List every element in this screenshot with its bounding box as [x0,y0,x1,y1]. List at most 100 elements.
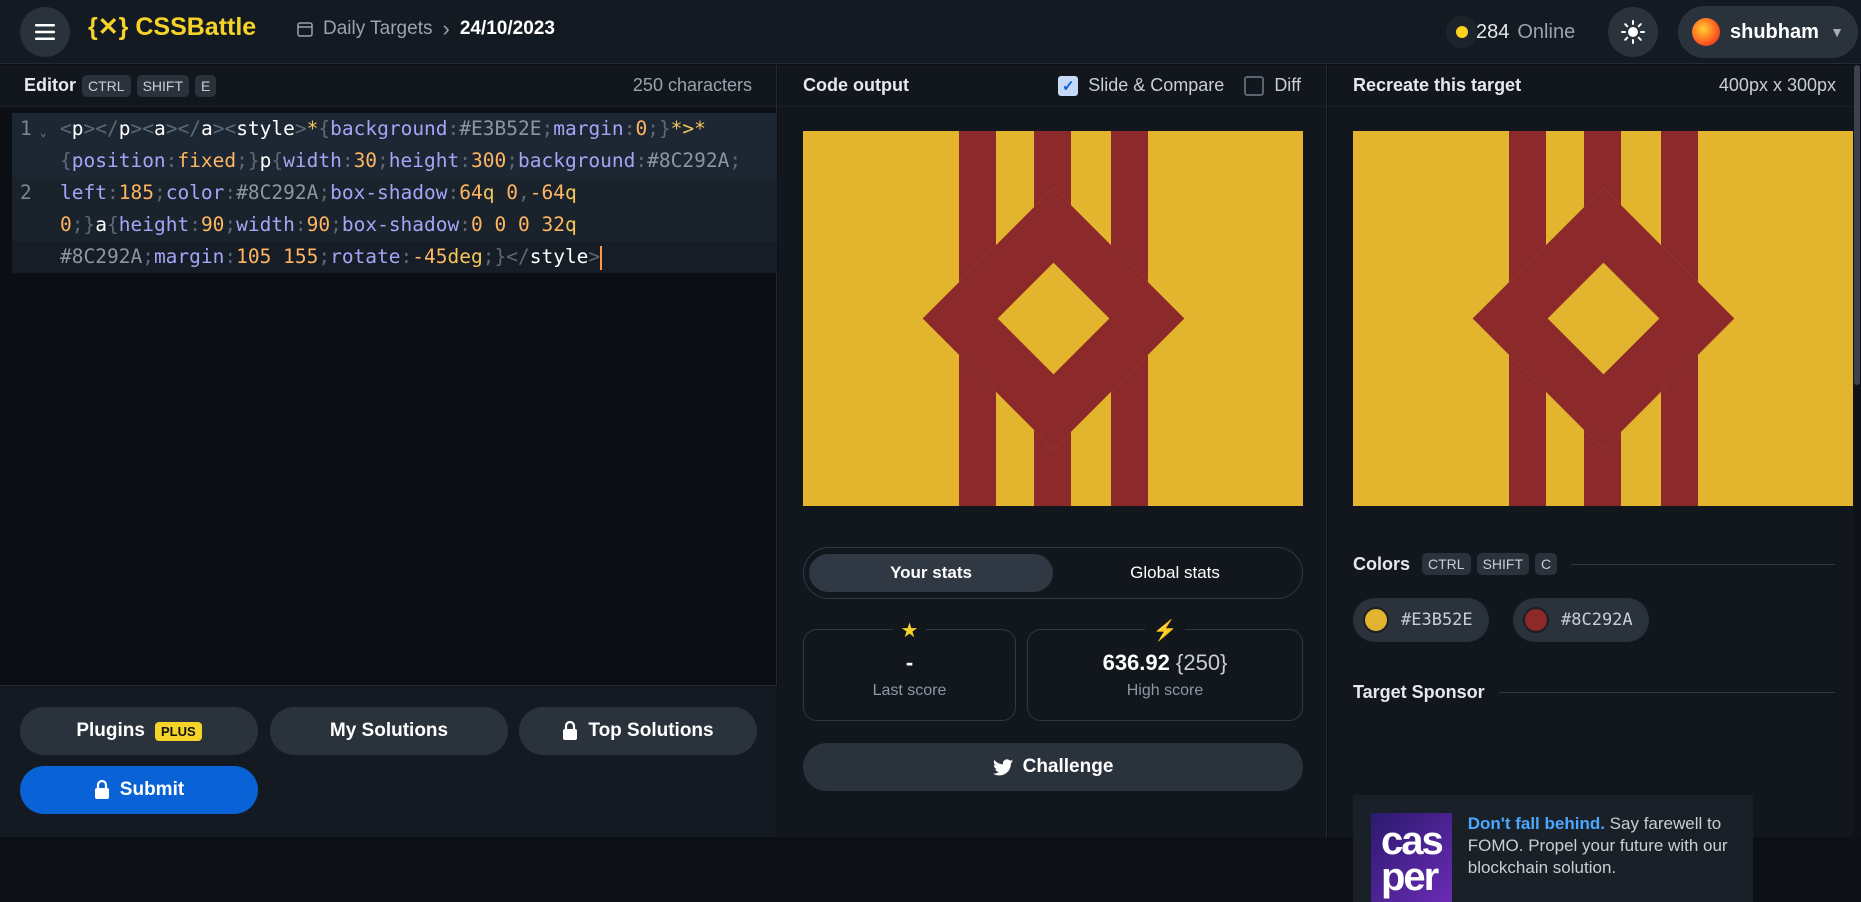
editor-actions: Plugins PLUS My Solutions Top Solutions … [0,685,777,837]
my-solutions-button[interactable]: My Solutions [270,707,508,755]
top-bar: {✕} CSSBattle Daily Targets › 24/10/2023… [0,0,1861,64]
editor-title: Editor [24,75,76,95]
breadcrumb-daily-targets[interactable]: Daily Targets [323,18,432,40]
sponsor-headline: Don't fall behind. [1467,814,1605,833]
online-indicator: 284 Online [1456,10,1575,54]
checkbox-checked-icon[interactable]: ✓ [1058,75,1079,96]
text-cursor [600,245,603,270]
colors-title: Colors [1353,553,1411,574]
output-panel: Code output ✓ Slide & Compare Diff Your … [778,65,1327,837]
lock-icon [94,780,109,799]
sponsor-logo: cas per [1371,813,1452,902]
color-dot [1523,607,1549,633]
menu-button[interactable] [20,7,70,57]
theme-toggle-button[interactable] [1608,7,1658,57]
checkbox-icon[interactable] [1244,75,1265,96]
top-solutions-button[interactable]: Top Solutions [519,707,757,755]
color-swatch-red[interactable]: #8C292A [1513,598,1649,642]
sponsor-ad[interactable]: cas per Don't fall behind. Say farewell … [1353,795,1753,902]
color-hex: #E3B52E [1401,610,1473,630]
color-hex: #8C292A [1561,610,1633,630]
last-score-value: - [905,650,914,675]
target-title: Recreate this target [1353,75,1522,95]
character-count: 250 characters [632,75,752,95]
high-score-chars: {250} [1176,650,1228,675]
target-panel: Recreate this target 400px x 300px Color… [1328,65,1861,902]
star-icon: ★ [892,618,927,643]
divider [1571,563,1835,565]
brand-logo[interactable]: {✕} CSSBattle [88,12,256,42]
diff-toggle[interactable]: Diff [1244,75,1301,96]
code-line: <p></p><a></a><style>*{background:#E3B52… [60,117,706,140]
diff-label: Diff [1274,75,1301,95]
shortcut-key: SHIFT [1476,553,1530,575]
code-line: #8C292A;margin:105 155;rotate:-45deg;}</… [60,245,603,270]
high-score: 636.92 {250} [1103,650,1228,676]
avatar [1692,18,1720,46]
online-count: 284 [1476,20,1510,43]
color-dot [1363,607,1389,633]
shortcut-key: C [1535,553,1558,575]
slide-compare-toggle[interactable]: ✓ Slide & Compare [1058,75,1224,96]
online-label: Online [1517,20,1576,43]
submit-button[interactable]: Submit [20,766,258,814]
high-score-label: High score [1126,682,1204,699]
plugins-button[interactable]: Plugins PLUS [20,707,258,755]
code-line: {position:fixed;}p{width:30;height:300;b… [60,149,742,172]
online-dot-icon [1456,26,1468,38]
scrollbar-thumb[interactable] [1854,65,1860,385]
sponsor-title: Target Sponsor [1353,682,1485,702]
slide-compare-label: Slide & Compare [1088,75,1225,95]
shortcut-key: CTRL [82,74,131,97]
lock-icon [563,721,578,740]
target-size: 400px x 300px [1718,75,1836,95]
sun-icon [1621,20,1645,44]
my-solutions-label: My Solutions [329,720,449,741]
tab-your-stats[interactable]: Your stats [809,554,1053,592]
shortcut-key: CTRL [1422,553,1471,575]
chevron-right-icon: › [442,16,450,41]
code-line: 0;}a{height:90;width:90;box-shadow:0 0 0… [60,213,577,236]
stats-toggle: Your stats Global stats [803,547,1303,599]
hamburger-icon [35,24,55,40]
last-score-label: Last score [872,682,947,699]
scrollbar[interactable] [1853,65,1861,837]
calendar-icon [297,22,313,37]
twitter-icon [992,758,1013,775]
chevron-down-icon: ▼ [1830,24,1844,40]
target-image[interactable] [1353,131,1853,506]
code-output-preview[interactable] [803,131,1303,506]
tab-global-stats[interactable]: Global stats [1053,554,1297,592]
line-number: 1 [20,117,32,140]
output-header: Code output ✓ Slide & Compare Diff [778,65,1326,107]
plus-badge: PLUS [154,721,202,741]
challenge-button[interactable]: Challenge [803,743,1303,791]
fold-chevron-icon[interactable]: ⌄ [40,117,47,149]
sponsor-heading: Target Sponsor [1353,682,1835,703]
lightning-icon: ⚡ [1144,618,1186,643]
sponsor-text: Don't fall behind. Say farewell to FOMO.… [1468,813,1735,884]
target-header: Recreate this target 400px x 300px [1328,65,1861,107]
last-score-card: ★ - Last score [803,618,1016,721]
username: shubham [1730,20,1819,43]
breadcrumb-date: 24/10/2023 [459,18,555,39]
high-score-value: 636.92 [1102,650,1170,675]
output-title: Code output [803,75,909,95]
challenge-label: Challenge [1022,756,1114,777]
shortcut-key: E [195,74,217,97]
breadcrumb: Daily Targets › 24/10/2023 [297,16,555,42]
brand-name: {✕} CSSBattle [88,13,257,41]
divider [1498,692,1835,693]
user-menu[interactable]: shubham ▼ [1678,6,1858,58]
editor-header: Editor CTRL SHIFT E 250 characters [0,65,776,107]
line-number: 2 [20,181,32,204]
high-score-card: ⚡ 636.92 {250} High score [1027,618,1303,721]
submit-label: Submit [119,779,185,800]
colors-heading: Colors CTRL SHIFT C [1353,553,1835,575]
plugins-label: Plugins [76,720,145,741]
top-solutions-label: Top Solutions [588,720,714,741]
shortcut-key: SHIFT [136,74,190,97]
code-line: left:185;color:#8C292A;box-shadow:64q 0,… [60,181,577,204]
color-swatch-yellow[interactable]: #E3B52E [1353,598,1489,642]
editor-panel: Editor CTRL SHIFT E 250 characters 1 ⌄ 2… [0,65,777,837]
